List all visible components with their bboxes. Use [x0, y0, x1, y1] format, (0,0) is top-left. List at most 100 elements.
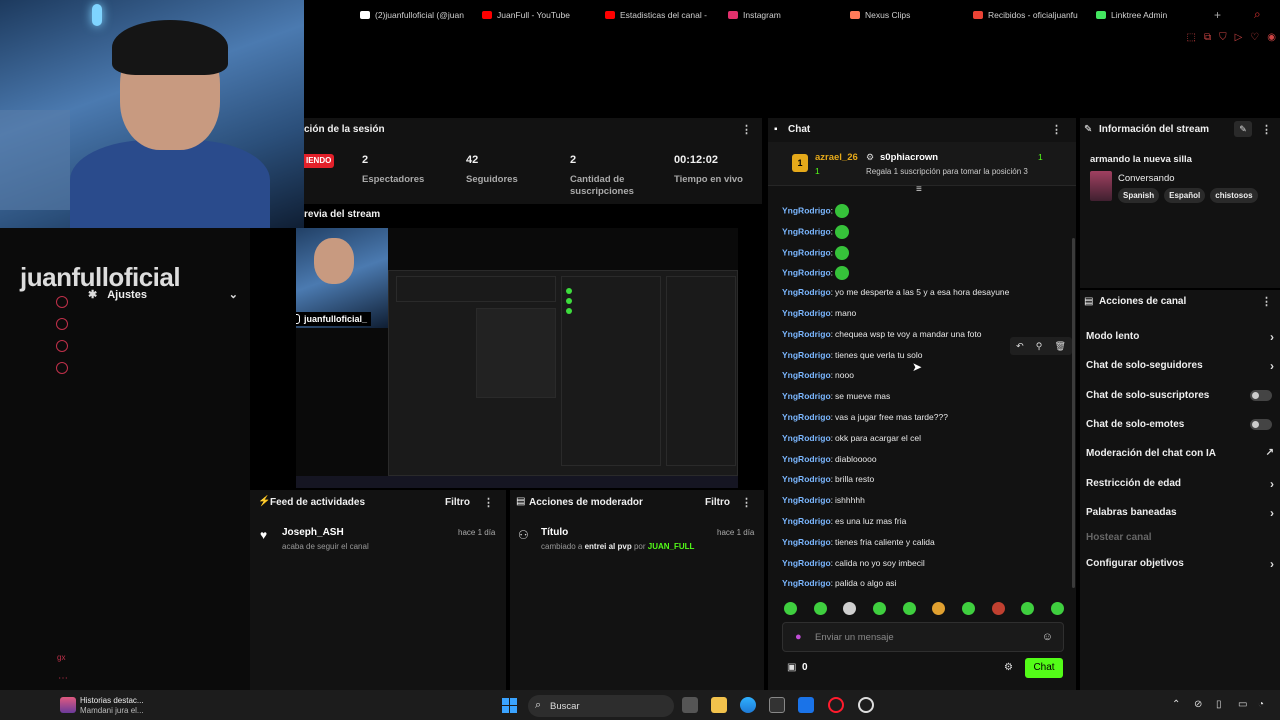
emote-5[interactable]	[902, 602, 916, 615]
edge-icon[interactable]	[740, 697, 756, 713]
category-thumbnail[interactable]	[1090, 171, 1112, 201]
reply-icon[interactable]: ↶	[1016, 341, 1024, 352]
microphone-icon[interactable]: ●	[795, 631, 802, 643]
new-tab-icon[interactable]: +	[1214, 8, 1221, 22]
channel-action-item[interactable]: Chat de solo-emotes	[1086, 419, 1276, 430]
pin-icon[interactable]: ⬚	[1187, 32, 1196, 43]
chat-message-input[interactable]: ● Enviar un mensaje ☺	[782, 622, 1064, 652]
edit-icon[interactable]: ✎	[1234, 121, 1252, 137]
store-icon[interactable]	[769, 697, 785, 713]
expand-icon[interactable]: ≡	[916, 184, 922, 195]
toggle-switch[interactable]	[1250, 390, 1272, 401]
chat-username[interactable]: YngRodrigo	[782, 558, 831, 568]
play-icon[interactable]: ▷	[1235, 32, 1243, 43]
channel-action-item[interactable]: Chat de solo-suscriptores	[1086, 390, 1276, 401]
emote-3[interactable]	[843, 602, 857, 615]
chat-username[interactable]: YngRodrigo	[782, 350, 831, 360]
file-explorer-icon[interactable]	[711, 697, 727, 713]
tab-instagram[interactable]: Instagram	[728, 10, 838, 20]
shield-icon[interactable]: ⛉	[1219, 32, 1227, 43]
more-icon[interactable]: ⋯	[58, 673, 68, 684]
delete-icon[interactable]: 🗑	[1054, 341, 1065, 352]
emote-8[interactable]	[991, 602, 1005, 615]
chat-username[interactable]: YngRodrigo	[782, 578, 831, 588]
volume-icon[interactable]: ▯	[1216, 699, 1222, 710]
pin-icon[interactable]: ⚲	[1036, 341, 1043, 352]
profile-icon[interactable]: ◉	[1267, 32, 1276, 43]
chat-settings-icon[interactable]: ⚙	[1004, 662, 1013, 673]
ajustes-menu[interactable]: ✱ Ajustes ⌄	[88, 288, 238, 302]
chat-username[interactable]: YngRodrigo	[782, 433, 831, 443]
tab-youtube[interactable]: JuanFull - YouTube	[482, 10, 592, 20]
emote-9[interactable]	[1021, 602, 1035, 615]
channel-action-item[interactable]: Configurar objetivos ›	[1086, 557, 1276, 571]
chat-scrollbar[interactable]	[1072, 238, 1075, 588]
chat-bubble-icon[interactable]	[56, 340, 68, 352]
taskbar-search[interactable]: ⌕ Buscar	[528, 695, 674, 717]
chat-username[interactable]: YngRodrigo	[782, 268, 831, 278]
channel-action-item[interactable]: Chat de solo-seguidores ›	[1086, 359, 1276, 373]
kebab-icon[interactable]: ⋮	[741, 496, 752, 509]
tag-chip[interactable]: chistosos	[1210, 188, 1258, 203]
search-icon[interactable]: ⌕	[1254, 7, 1261, 22]
chat-username[interactable]: YngRodrigo	[782, 287, 831, 297]
kebab-icon[interactable]: ⋮	[1261, 295, 1272, 308]
task-view-icon[interactable]	[682, 697, 698, 713]
kebab-icon[interactable]: ⋮	[1051, 123, 1062, 136]
toggle-switch[interactable]	[1250, 419, 1272, 430]
copy-icon[interactable]: ⧉	[1204, 32, 1211, 43]
chat-username[interactable]: YngRodrigo	[782, 412, 831, 422]
activity-user[interactable]: Joseph_ASH	[282, 527, 344, 538]
tray-chevron-icon[interactable]: ⌃	[1172, 699, 1180, 710]
opera-gx-icon[interactable]	[828, 697, 844, 713]
channel-action-item[interactable]: Modo lento ›	[1086, 330, 1276, 344]
emote-1[interactable]	[784, 602, 797, 615]
tab-nexus[interactable]: Nexus Clips	[850, 10, 960, 20]
stream-category[interactable]: Conversando	[1118, 173, 1175, 184]
mod-action-moderator[interactable]: JUAN_FULL	[648, 542, 695, 551]
chat-username[interactable]: YngRodrigo	[782, 537, 831, 547]
chat-username[interactable]: YngRodrigo	[782, 495, 831, 505]
tag-chip[interactable]: Español	[1164, 188, 1206, 203]
channel-action-item[interactable]: Palabras baneadas ›	[1086, 506, 1276, 520]
send-chat-button[interactable]: Chat	[1025, 658, 1063, 678]
kebab-icon[interactable]: ⋮	[741, 123, 752, 136]
top-gifter-name[interactable]: azrael_26	[815, 152, 858, 163]
heart-icon[interactable]: ♡	[1250, 32, 1259, 43]
kebab-icon[interactable]: ⋮	[1261, 123, 1272, 136]
chat-username[interactable]: YngRodrigo	[782, 226, 831, 236]
emote-2[interactable]	[813, 602, 827, 615]
outlook-icon[interactable]	[798, 697, 814, 713]
chat-username[interactable]: YngRodrigo	[782, 391, 831, 401]
emote-10[interactable]	[1050, 602, 1064, 615]
windows-start-icon[interactable]	[502, 698, 517, 713]
emote-6[interactable]	[932, 602, 946, 615]
news-widget-icon[interactable]	[60, 697, 76, 713]
obs-icon[interactable]	[858, 697, 874, 713]
clock-icon[interactable]	[56, 318, 68, 330]
network-icon[interactable]: ⊘	[1194, 699, 1202, 710]
chat-username[interactable]: YngRodrigo	[782, 516, 831, 526]
settings-icon[interactable]	[56, 362, 68, 374]
chat-username[interactable]: YngRodrigo	[782, 370, 831, 380]
emoji-icon[interactable]: ☺	[1042, 631, 1053, 643]
chat-username[interactable]: YngRodrigo	[782, 454, 831, 464]
tag-chip[interactable]: Spanish	[1118, 188, 1160, 203]
display-icon[interactable]: ▭	[1238, 699, 1247, 710]
chat-username[interactable]: YngRodrigo	[782, 205, 831, 215]
kebab-icon[interactable]: ⋮	[483, 496, 494, 509]
tab-linktree[interactable]: Linktree Admin	[1096, 10, 1206, 20]
chat-username[interactable]: YngRodrigo	[782, 308, 831, 318]
emote-4[interactable]	[872, 602, 886, 615]
tab-tiktok[interactable]: (2)juanfulloficial (@juan	[360, 10, 470, 20]
home-icon[interactable]	[56, 296, 68, 308]
chat-username[interactable]: YngRodrigo	[782, 329, 831, 339]
chat-username[interactable]: YngRodrigo	[782, 247, 831, 257]
notification-icon[interactable]: ◔	[1258, 699, 1264, 710]
emote-7[interactable]	[961, 602, 975, 615]
channel-action-item[interactable]: Restricción de edad ›	[1086, 477, 1276, 491]
mod-filter-button[interactable]: Filtro	[705, 497, 730, 508]
gifter-name[interactable]: s0phiacrown	[880, 152, 938, 163]
tab-gmail[interactable]: Recibidos - oficialjuanfu	[973, 10, 1085, 20]
tab-estadisticas[interactable]: Estadisticas del canal -	[605, 10, 715, 20]
